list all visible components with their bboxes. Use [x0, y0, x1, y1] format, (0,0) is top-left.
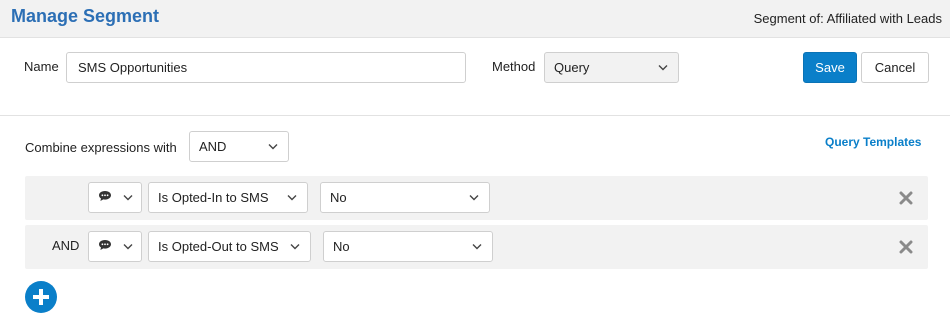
method-select-value: Query	[554, 60, 590, 75]
chevron-down-icon	[268, 142, 278, 152]
value-select-value: No	[333, 239, 350, 254]
chevron-down-icon	[472, 242, 482, 252]
chevron-down-icon	[469, 193, 479, 203]
field-select-value: Is Opted-Out to SMS	[158, 239, 279, 254]
value-select[interactable]: No	[320, 182, 490, 213]
remove-row-icon[interactable]	[899, 191, 913, 205]
cancel-button[interactable]: Cancel	[861, 52, 929, 83]
value-select[interactable]: No	[323, 231, 493, 262]
chevron-down-icon	[287, 193, 297, 203]
page-title: Manage Segment	[11, 6, 160, 26]
name-input[interactable]: SMS Opportunities	[66, 52, 466, 83]
chevron-down-icon	[658, 63, 668, 73]
combine-label: Combine expressions with	[25, 140, 177, 155]
section-divider	[0, 115, 950, 116]
chevron-down-icon	[123, 193, 133, 203]
name-input-value: SMS Opportunities	[78, 60, 188, 75]
chevron-down-icon	[123, 242, 133, 252]
combine-select[interactable]: AND	[189, 131, 289, 162]
header-bar: Manage Segment Segment of: Affiliated wi…	[0, 0, 950, 38]
remove-row-icon[interactable]	[899, 240, 913, 254]
segment-parent-label: Segment of: Affiliated with Leads	[753, 11, 942, 26]
method-label: Method	[492, 59, 536, 74]
row-conjunction: AND	[52, 238, 80, 253]
value-select-value: No	[330, 190, 347, 205]
combine-select-value: AND	[199, 139, 227, 154]
query-row: AND Is Opted-Out to SMS No	[25, 225, 928, 269]
query-row: Is Opted-In to SMS No	[25, 176, 928, 220]
field-type-select[interactable]	[88, 231, 142, 262]
name-label: Name	[24, 59, 59, 74]
field-select[interactable]: Is Opted-Out to SMS	[148, 231, 311, 262]
field-select-value: Is Opted-In to SMS	[158, 190, 269, 205]
add-expression-button[interactable]	[25, 281, 57, 313]
chevron-down-icon	[290, 242, 300, 252]
query-templates-link[interactable]: Query Templates	[825, 135, 921, 149]
field-select[interactable]: Is Opted-In to SMS	[148, 182, 308, 213]
field-type-select[interactable]	[88, 182, 142, 213]
speech-bubble-icon	[98, 238, 112, 256]
method-select[interactable]: Query	[544, 52, 679, 83]
save-button[interactable]: Save	[803, 52, 857, 83]
plus-circle-icon	[25, 281, 57, 313]
speech-bubble-icon	[98, 189, 112, 207]
